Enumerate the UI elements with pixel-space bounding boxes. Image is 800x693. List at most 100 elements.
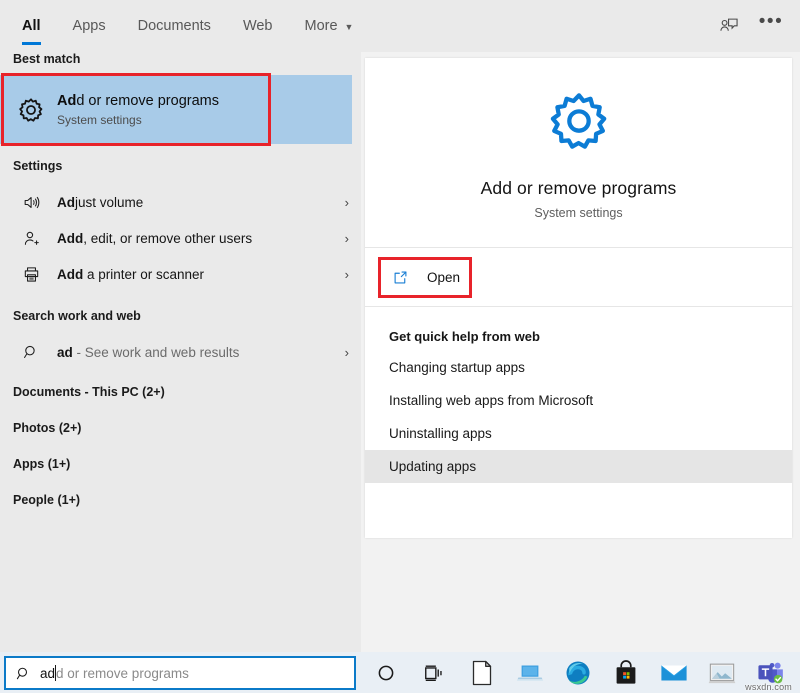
best-match-header: Best match [0, 52, 361, 66]
best-match-title-rest: d or remove programs [76, 93, 219, 109]
mail-icon [660, 662, 688, 684]
tab-more[interactable]: More ▼ [289, 0, 370, 52]
help-link-uninstalling-apps[interactable]: Uninstalling apps [365, 417, 792, 450]
tab-documents-label: Documents [138, 18, 211, 34]
group-documents-this-pc[interactable]: Documents - This PC (2+) [0, 374, 361, 410]
best-match-title-bold: Ad [57, 93, 76, 109]
web-search-label-rest: - See work and web results [73, 345, 240, 360]
quick-help-header: Get quick help from web [365, 321, 792, 351]
mail-button[interactable] [650, 652, 698, 693]
cortana-button[interactable] [362, 652, 410, 693]
cortana-icon [375, 662, 397, 684]
gear-icon [543, 85, 615, 162]
settings-result-adjust-volume[interactable]: Adjust volume › [0, 184, 361, 220]
settings-result-add-edit-remove-users[interactable]: Add, edit, or remove other users › [0, 220, 361, 256]
settings-result-label-bold: Add [57, 231, 83, 246]
best-match-title: Add or remove programs [57, 92, 219, 110]
document-button[interactable] [458, 652, 506, 693]
settings-result-label: Add, edit, or remove other users [57, 231, 341, 246]
preview-hero: Add or remove programs System settings [365, 58, 792, 247]
windows-search-screen: All Apps Documents Web More ▼ [0, 0, 800, 693]
tab-active-underline [22, 42, 41, 45]
photos-button[interactable] [698, 652, 746, 693]
web-search-result[interactable]: ad - See work and web results › [0, 334, 361, 370]
remote-desktop-icon [516, 661, 544, 685]
help-link-changing-startup-apps[interactable]: Changing startup apps [365, 351, 792, 384]
more-options-button[interactable]: ••• [752, 7, 790, 45]
edge-icon [565, 660, 591, 686]
search-input-suggestion: d or remove programs [56, 666, 189, 681]
microsoft-store-button[interactable] [602, 652, 650, 693]
search-input[interactable]: ad d or remove programs [4, 656, 356, 690]
settings-result-label-rest: a printer or scanner [83, 267, 204, 282]
teams-button[interactable]: wsxdn.com [746, 652, 794, 693]
preview-subtitle: System settings [534, 206, 622, 220]
open-external-icon [387, 269, 413, 286]
filter-tabs: All Apps Documents Web More ▼ [14, 0, 369, 52]
chevron-right-icon[interactable]: › [345, 345, 349, 360]
settings-result-add-printer-or-scanner[interactable]: Add a printer or scanner › [0, 256, 361, 292]
tab-apps[interactable]: Apps [57, 0, 122, 52]
printer-icon [11, 265, 51, 284]
gear-icon [11, 95, 51, 125]
help-link-installing-web-apps[interactable]: Installing web apps from Microsoft [365, 384, 792, 417]
open-button-label: Open [427, 270, 460, 285]
web-section-header: Search work and web [0, 298, 361, 334]
tab-documents[interactable]: Documents [122, 0, 227, 52]
group-apps[interactable]: Apps (1+) [0, 446, 361, 482]
help-link-updating-apps[interactable]: Updating apps [365, 450, 792, 483]
settings-result-label-rest: , edit, or remove other users [83, 231, 252, 246]
filter-tab-bar: All Apps Documents Web More ▼ [0, 0, 800, 52]
feedback-person-icon [718, 15, 740, 37]
tab-all[interactable]: All [14, 0, 57, 52]
add-user-icon [11, 229, 51, 248]
tab-apps-label: Apps [73, 18, 106, 34]
search-input-typed: ad [40, 666, 55, 681]
tab-more-label: More [305, 18, 338, 34]
settings-result-label-bold: Add [57, 267, 83, 282]
preview-actions: Open [365, 248, 792, 306]
watermark-text: wsxdn.com [745, 682, 792, 692]
tab-bar-actions: ••• [710, 0, 790, 52]
results-list: Best match Add or remove programs System… [0, 52, 361, 652]
settings-result-label-bold: Ad [57, 195, 75, 210]
web-search-label: ad - See work and web results [57, 345, 341, 360]
settings-section-header: Settings [0, 148, 361, 184]
quick-help-section: Get quick help from web Changing startup… [365, 307, 792, 483]
settings-result-label: Add a printer or scanner [57, 267, 341, 282]
best-match-result-add-or-remove-programs[interactable]: Add or remove programs System settings [0, 75, 352, 144]
document-icon [470, 660, 494, 686]
microsoft-store-icon [614, 660, 638, 686]
best-match-container: Add or remove programs System settings [0, 75, 361, 144]
volume-icon [11, 193, 51, 212]
ellipsis-icon: ••• [759, 12, 783, 31]
preview-title: Add or remove programs [481, 178, 677, 199]
task-view-button[interactable] [410, 652, 458, 693]
web-search-label-bold: ad [57, 345, 73, 360]
open-button[interactable]: Open [375, 256, 460, 298]
tab-web-label: Web [243, 18, 273, 34]
feedback-button[interactable] [710, 7, 748, 45]
group-people[interactable]: People (1+) [0, 482, 361, 518]
search-icon [11, 343, 51, 361]
group-photos[interactable]: Photos (2+) [0, 410, 361, 446]
taskbar: ad d or remove programs [0, 652, 800, 693]
preview-panel: Add or remove programs System settings O… [365, 58, 792, 538]
tab-web[interactable]: Web [227, 0, 289, 52]
edge-button[interactable] [554, 652, 602, 693]
remote-desktop-button[interactable] [506, 652, 554, 693]
settings-result-label-rest: just volume [75, 195, 143, 210]
task-view-icon [422, 662, 446, 684]
tab-all-label: All [22, 18, 41, 34]
chevron-right-icon[interactable]: › [345, 267, 349, 282]
search-input-text: ad d or remove programs [40, 665, 189, 681]
taskbar-icon-strip: wsxdn.com [362, 652, 800, 693]
search-icon [6, 665, 40, 682]
best-match-subtitle: System settings [57, 113, 219, 127]
settings-result-label: Adjust volume [57, 195, 341, 210]
chevron-right-icon[interactable]: › [345, 195, 349, 210]
photos-icon [708, 661, 736, 685]
chevron-right-icon[interactable]: › [345, 231, 349, 246]
best-match-text: Add or remove programs System settings [57, 92, 219, 127]
chevron-down-icon: ▼ [345, 22, 354, 32]
